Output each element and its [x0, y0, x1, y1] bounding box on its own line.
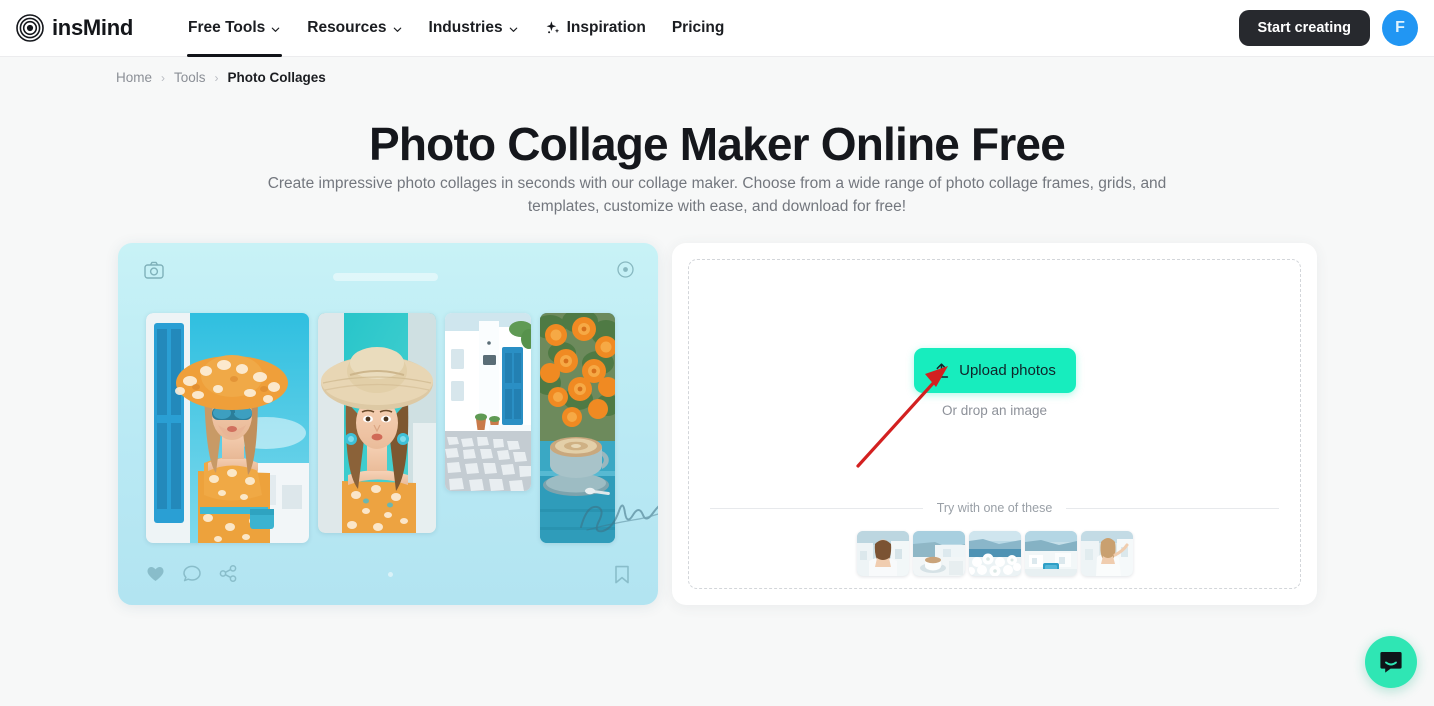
heart-icon[interactable]: [146, 565, 165, 582]
photo-coffee-flowers: [540, 313, 615, 543]
breadcrumb: Home › Tools › Photo Collages: [116, 70, 326, 85]
preview-placeholder-text: [333, 273, 438, 281]
sample-thumbnail-1[interactable]: [856, 531, 909, 576]
bookmark-icon[interactable]: [614, 565, 630, 584]
preview-pager-dot: [388, 572, 393, 577]
collage-preview-card: [118, 243, 658, 605]
page-title: Photo Collage Maker Online Free: [368, 118, 1066, 170]
sample-thumbnail-3[interactable]: [968, 531, 1021, 576]
preview-topbar: [118, 243, 658, 299]
sample-thumbnail-5[interactable]: [1080, 531, 1133, 576]
sample-thumbnail-2[interactable]: [912, 531, 965, 576]
photo-woman-orange-dress: [146, 313, 309, 543]
thumb-white-flowers-sea: [968, 531, 1021, 576]
thumb-woman-white-dress: [856, 531, 909, 576]
main-nav: Free Tools Resources Industries Inspirat…: [175, 0, 737, 57]
breadcrumb-current: Photo Collages: [227, 70, 326, 85]
thumb-woman-white-wall: [1080, 531, 1133, 576]
drop-hint-text: Or drop an image: [941, 403, 1048, 418]
preview-action-bar: [118, 543, 658, 605]
nav-item-free-tools[interactable]: Free Tools: [175, 0, 294, 57]
chat-bubble-icon: [1380, 652, 1402, 673]
photo-woman-straw-hat: [318, 313, 436, 533]
try-with-label: Try with one of these: [936, 501, 1053, 515]
collage-photo-1[interactable]: [146, 313, 309, 543]
breadcrumb-separator: ›: [161, 70, 166, 85]
nav-item-label: Resources: [307, 19, 387, 36]
user-avatar[interactable]: F: [1382, 10, 1418, 46]
nav-item-inspiration[interactable]: Inspiration: [532, 0, 659, 57]
camera-icon: [144, 261, 164, 279]
page-subtitle: Create impressive photo collages in seco…: [267, 175, 1167, 216]
chevron-down-icon: [509, 27, 517, 32]
nav-item-label: Free Tools: [188, 19, 266, 36]
divider-line-right: [1066, 507, 1280, 509]
start-creating-button[interactable]: Start creating: [1238, 10, 1370, 46]
nav-item-pricing[interactable]: Pricing: [659, 0, 738, 57]
header-actions: Start creating F: [1238, 10, 1418, 46]
collage-photo-2[interactable]: [318, 313, 436, 533]
photo-santorini-alley: [445, 313, 531, 491]
divider-line-left: [710, 507, 923, 509]
site-header: insMind Free Tools Resources Industries: [0, 0, 1434, 57]
logo[interactable]: insMind: [16, 0, 133, 57]
breadcrumb-home[interactable]: Home: [116, 70, 152, 85]
chevron-down-icon: [393, 27, 401, 32]
page-root: insMind Free Tools Resources Industries: [0, 0, 1434, 706]
upload-photos-button[interactable]: Upload photos: [913, 348, 1076, 393]
nav-item-industries[interactable]: Industries: [416, 0, 532, 57]
nav-item-resources[interactable]: Resources: [294, 0, 415, 57]
collage-grid: [146, 313, 630, 543]
logo-text: insMind: [52, 15, 134, 40]
thumb-coffee-caldera: [912, 531, 965, 576]
collage-photo-3[interactable]: [445, 313, 531, 491]
sample-thumbnail-4[interactable]: [1024, 531, 1077, 576]
try-divider: Try with one of these: [710, 501, 1280, 515]
comment-icon[interactable]: [183, 565, 201, 583]
upload-panel: Upload photos Or drop an image Try with …: [672, 243, 1317, 605]
nav-item-label: Inspiration: [566, 19, 646, 36]
share-icon[interactable]: [219, 565, 237, 582]
sparkle-icon: [546, 21, 559, 34]
nav-item-label: Pricing: [671, 19, 725, 36]
upload-arrow-icon: [934, 363, 949, 378]
breadcrumb-separator: ›: [214, 70, 219, 85]
sample-thumbnails: [856, 531, 1133, 576]
chevron-down-icon: [271, 27, 280, 32]
circle-plus-icon: [617, 261, 634, 278]
upload-photos-label: Upload photos: [959, 362, 1056, 379]
thumb-santorini-pool: [1024, 531, 1077, 576]
chat-support-button[interactable]: [1365, 636, 1417, 688]
collage-photo-4[interactable]: [540, 313, 615, 543]
concentric-circles-logo-icon: [16, 14, 44, 42]
nav-item-label: Industries: [428, 19, 503, 36]
breadcrumb-tools[interactable]: Tools: [174, 70, 206, 85]
